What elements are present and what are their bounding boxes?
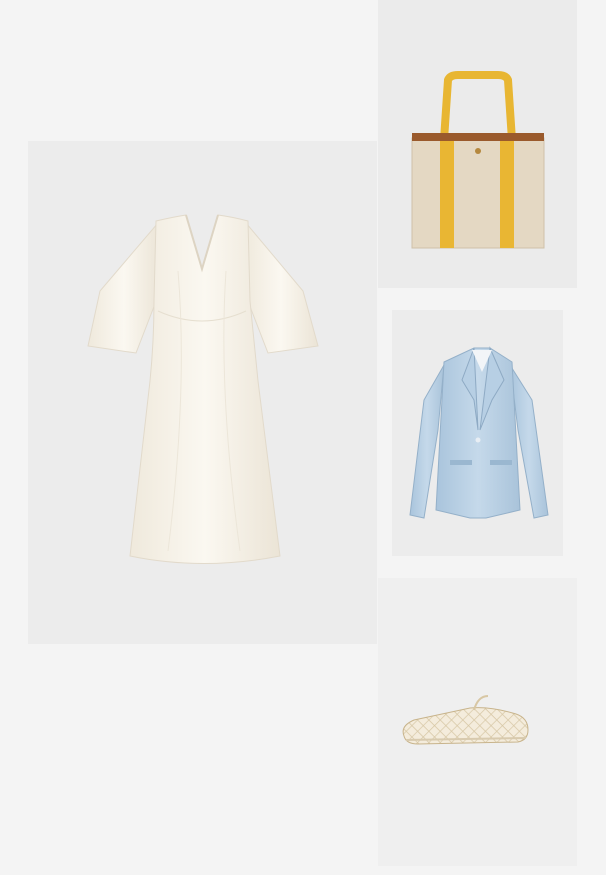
blue-blazer-image (409, 346, 549, 519)
product-tile-blazer[interactable] (392, 310, 563, 556)
product-tile-dress[interactable] (28, 141, 377, 644)
white-dress-image (87, 214, 319, 564)
product-tile-bag[interactable] (378, 0, 577, 288)
product-tile-shoe[interactable] (378, 578, 577, 866)
tote-bag-image (411, 71, 545, 249)
mesh-flat-shoe-image (402, 695, 529, 745)
